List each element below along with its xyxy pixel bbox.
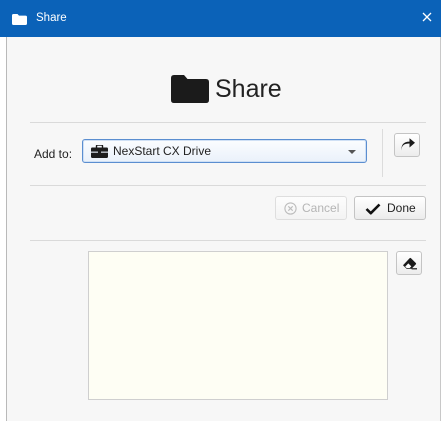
folder-icon [171,75,209,103]
close-icon[interactable] [420,10,434,24]
cancel-button[interactable]: Cancel [275,196,347,220]
cancel-label: Cancel [302,201,340,215]
share-arrow-icon [401,138,415,151]
clear-button[interactable] [396,251,422,275]
notes-textarea[interactable] [88,251,388,400]
cancel-circle-icon [284,202,297,215]
add-to-label: Add to: [34,147,73,161]
page-title: Share [215,75,282,103]
window-title: Share [36,12,67,24]
briefcase-icon [91,145,108,158]
divider [30,240,426,241]
share-button[interactable] [394,133,420,157]
eraser-icon [403,257,417,270]
title-bar: Share [0,0,441,37]
chevron-down-icon [348,150,356,154]
done-label: Done [387,201,416,215]
share-window: Share Share Add to: NexStart CX Drive Ca… [0,0,441,421]
done-button[interactable]: Done [354,196,426,220]
divider [30,122,426,123]
folder-icon [12,14,27,25]
add-to-dropdown[interactable]: NexStart CX Drive [82,139,367,163]
divider [30,185,426,186]
dialog-header: Share [0,70,441,106]
vertical-separator [382,129,383,177]
checkmark-icon [365,203,381,215]
add-to-selected-value: NexStart CX Drive [113,144,212,158]
